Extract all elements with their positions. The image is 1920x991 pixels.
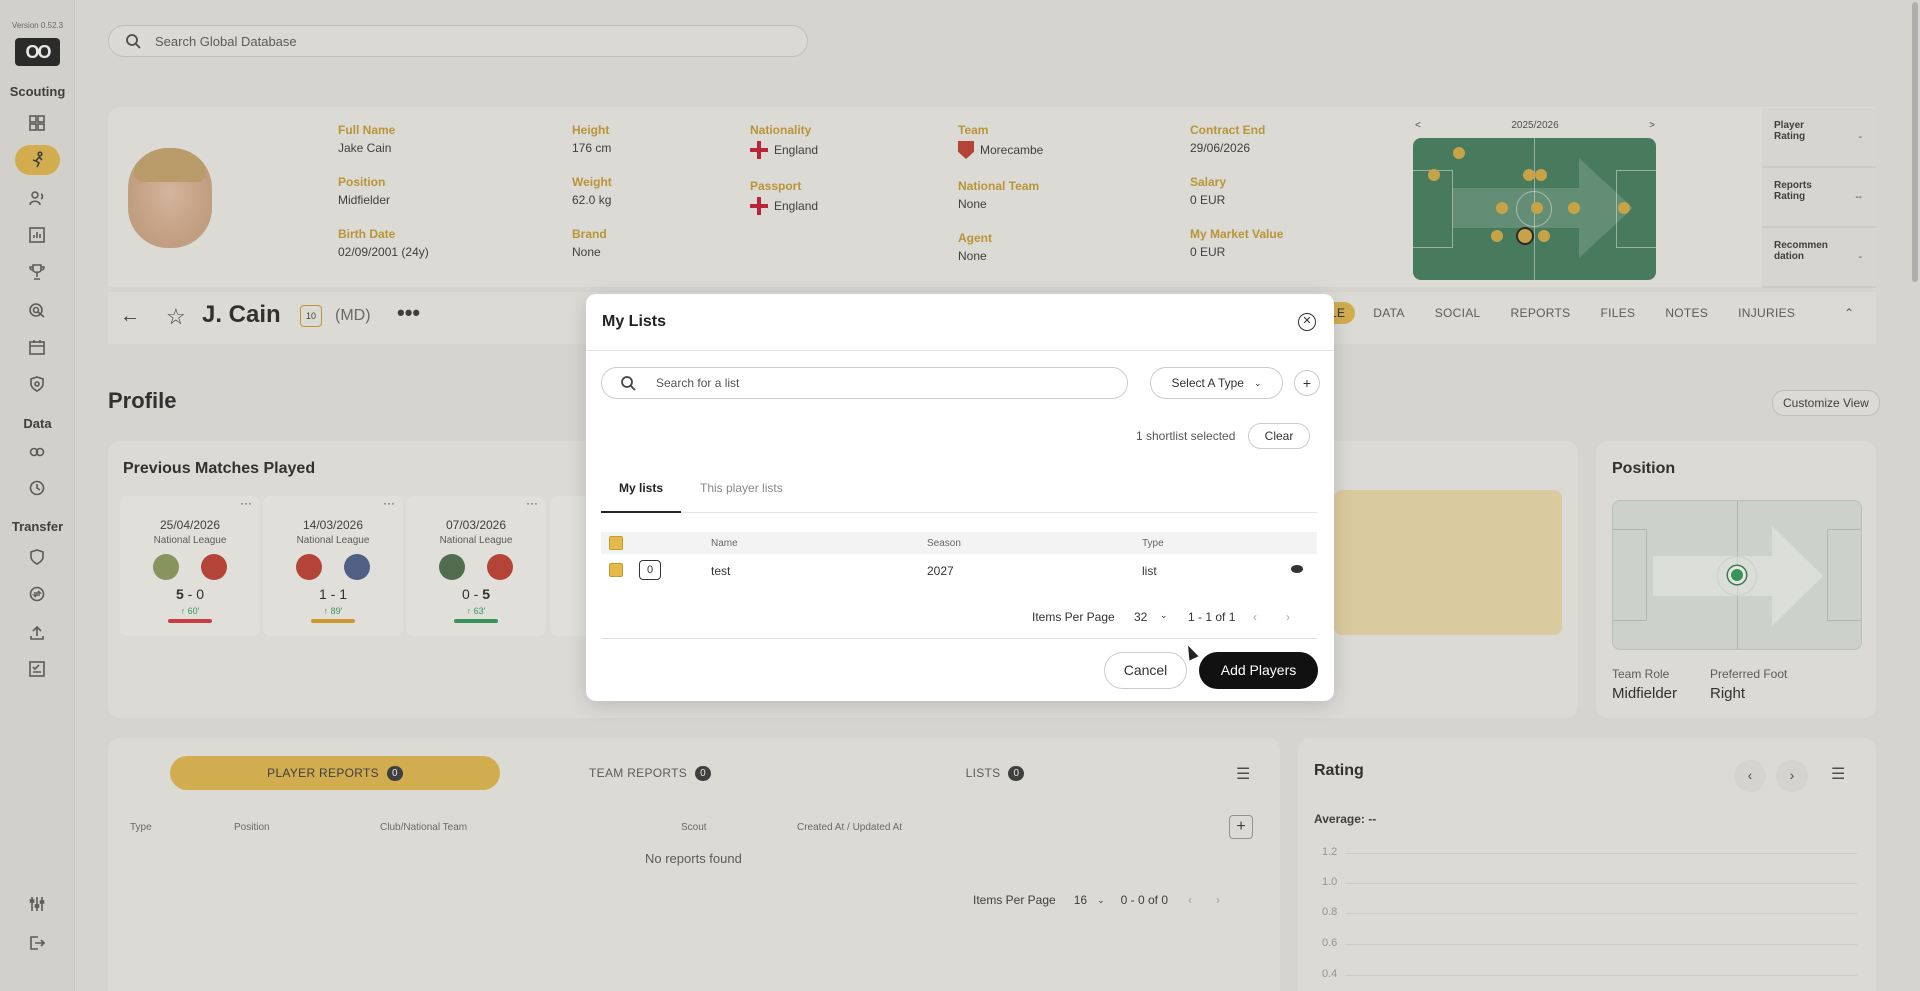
my-lists-modal: My Lists ✕ Search for a list Select A Ty…: [586, 294, 1334, 701]
column-name: Name: [711, 538, 738, 549]
close-icon[interactable]: ✕: [1298, 313, 1316, 331]
add-players-button[interactable]: Add Players: [1199, 652, 1318, 689]
add-list-button[interactable]: +: [1294, 370, 1320, 396]
row-checkbox[interactable]: [609, 563, 623, 577]
tab-this-player-lists[interactable]: This player lists: [700, 481, 783, 495]
list-player-count: 0: [639, 560, 661, 580]
list-type: list: [1142, 564, 1157, 578]
select-all-checkbox[interactable]: [609, 536, 623, 550]
column-type: Type: [1142, 538, 1164, 549]
modal-pagination-range: 1 - 1 of 1: [1188, 610, 1236, 624]
items-per-page-label: Items Per Page: [1032, 610, 1115, 624]
cancel-button[interactable]: Cancel: [1104, 652, 1187, 689]
eye-icon[interactable]: [1291, 565, 1303, 573]
clear-button[interactable]: Clear: [1248, 423, 1310, 449]
page-next-icon[interactable]: ›: [1286, 610, 1290, 624]
list-name: test: [711, 564, 731, 578]
modal-title: My Lists: [602, 313, 667, 330]
tab-my-lists[interactable]: My lists: [619, 481, 663, 495]
page-prev-icon[interactable]: ‹: [1253, 610, 1257, 624]
modal-items-per-page-select[interactable]: 32: [1134, 610, 1147, 624]
chevron-down-icon: ⌄: [1253, 377, 1262, 388]
chevron-down-icon[interactable]: ⌄: [1160, 610, 1168, 621]
selection-count: 1 shortlist selected: [1136, 429, 1236, 443]
search-icon: [621, 376, 636, 391]
column-season: Season: [927, 538, 961, 549]
list-season: 2027: [927, 564, 954, 578]
list-search-input[interactable]: Search for a list: [601, 367, 1128, 399]
type-select[interactable]: Select A Type ⌄: [1150, 367, 1283, 399]
list-search-placeholder: Search for a list: [656, 376, 740, 390]
